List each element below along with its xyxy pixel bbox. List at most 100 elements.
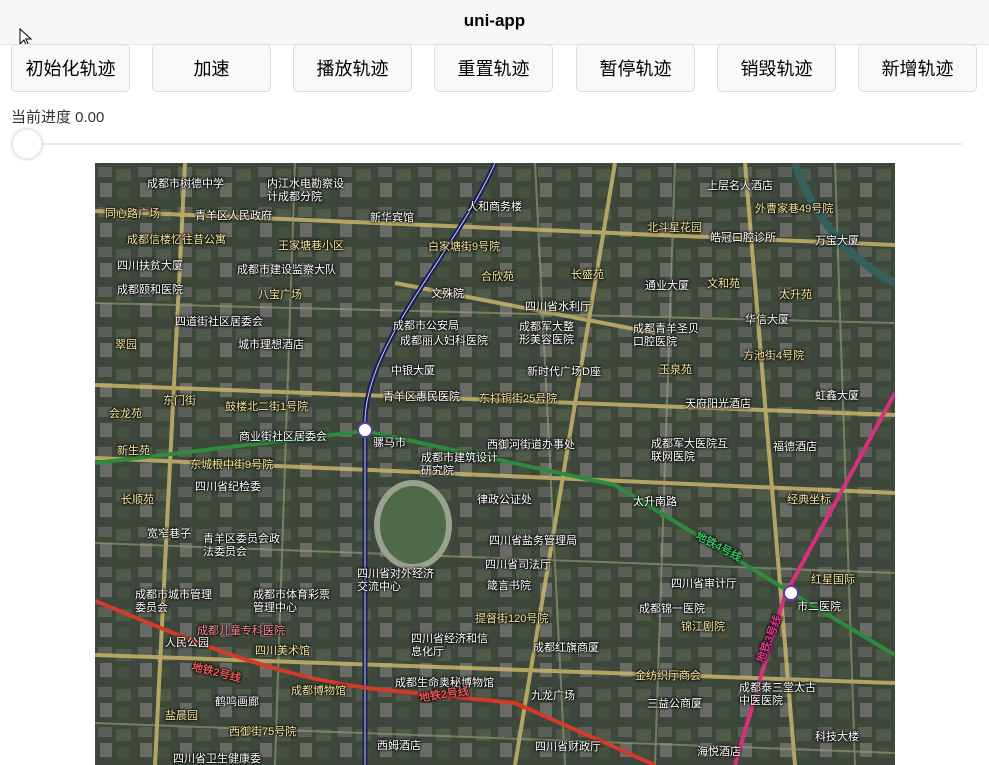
map-label: 文殊院 [431, 288, 464, 300]
map-label: 虹鑫大厦 [815, 390, 859, 402]
map-label: 成都市树德中学 [147, 178, 224, 190]
progress-slider-thumb[interactable] [12, 129, 42, 159]
map-label: 新生苑 [117, 445, 150, 457]
map-label: 三益公商厦 [647, 698, 702, 710]
map-label: 玉泉苑 [659, 364, 692, 376]
pause-track-button[interactable]: 暂停轨迹 [576, 44, 695, 92]
map-label: 成都青羊圣贝口腔医院 [633, 323, 699, 348]
map-label: 宽窄巷子 [147, 528, 191, 540]
map-label: 四川省水利厅 [525, 301, 591, 313]
map-label: 同心路广场 [105, 208, 160, 220]
map-label: 八宝广场 [258, 289, 302, 301]
speed-up-button[interactable]: 加速 [152, 44, 271, 92]
map-label: 方池街4号院 [743, 350, 805, 362]
map-label: 成都博物馆 [291, 685, 346, 697]
map-label: 西御街75号院 [229, 726, 297, 738]
map-label: 四川省审计厅 [671, 578, 737, 590]
map-label: 箴言书院 [487, 580, 531, 592]
map-label: 成都锦一医院 [639, 603, 705, 615]
map-view[interactable]: 成都市树德中学 内江水电勘察设计成都分院 人和商务楼 上层名人酒店 同心路广场 … [95, 163, 895, 765]
map-label: 律政公证处 [477, 494, 532, 506]
play-track-button[interactable]: 播放轨迹 [293, 44, 412, 92]
map-label: 青羊区惠民医院 [383, 391, 460, 403]
map-label: 西姆酒店 [377, 740, 421, 752]
map-label: 四川扶贫大厦 [117, 260, 183, 272]
map-label: 外曹家巷49号院 [755, 203, 834, 215]
map-label: 四道街社区居委会 [175, 316, 263, 328]
map-label: 成都市建设监察大队 [237, 264, 336, 276]
map-label: 鼓楼北二街1号院 [225, 401, 309, 413]
map-label: 提督街120号院 [475, 613, 549, 625]
map-label: 中银大厦 [391, 365, 435, 377]
map-label: 长顺苑 [121, 494, 154, 506]
map-label: 骡马市 [373, 437, 406, 449]
title-bar: uni-app [0, 0, 989, 45]
map-label: 福德酒店 [773, 441, 817, 453]
map-label: 四川省财政厅 [535, 741, 601, 753]
map-label: 内江水电勘察设计成都分院 [267, 178, 344, 203]
map-label: 锦江剧院 [681, 621, 725, 633]
map-label: 城市理想酒店 [238, 339, 304, 351]
map-label: 四川省司法厅 [485, 559, 551, 571]
map-label: 太升南路 [633, 496, 677, 508]
map-label: 皓冠口腔诊所 [710, 232, 776, 244]
map-label: 东门街 [163, 395, 196, 407]
map-label: 人民公园 [165, 637, 209, 649]
add-track-button[interactable]: 新增轨迹 [858, 44, 977, 92]
map-label: 成都军大整形美容医院 [519, 321, 574, 346]
map-label: 长盛苑 [571, 269, 604, 281]
map-label: 成都红旗商厦 [533, 642, 599, 654]
map-label: 翠园 [115, 339, 137, 351]
map-label: 成都市体育彩票管理中心 [253, 589, 330, 614]
map-label: 成都颐和医院 [117, 284, 183, 296]
map-label: 北斗星花园 [647, 222, 702, 234]
map-label: 新华宾馆 [370, 212, 414, 224]
map-label: 青羊区人民政府 [195, 210, 272, 222]
map-label: 白家塘街9号院 [428, 241, 501, 253]
map-label: 海悦酒店 [697, 746, 741, 758]
map-label: 四川省经济和信息化厅 [411, 633, 488, 658]
map-label: 太升苑 [779, 289, 812, 301]
map-label: 王家塘巷小区 [278, 240, 344, 252]
map-label: 成都儿童专科医院 [197, 625, 285, 637]
map-label: 万宝大厦 [815, 235, 859, 247]
progress-label: 当前进度 0.00 [11, 109, 105, 126]
map-label: 金纺织厅商会 [635, 670, 701, 682]
map-label: 四川省纪检委 [195, 481, 261, 493]
init-track-button[interactable]: 初始化轨迹 [11, 44, 130, 92]
map-label: 东城根中街9号院 [190, 459, 274, 471]
map-label: 成都市城市管理委员会 [135, 589, 212, 614]
reset-track-button[interactable]: 重置轨迹 [434, 44, 553, 92]
map-label: 西御河街道办事处 [487, 439, 575, 451]
map-label: 会龙苑 [109, 408, 142, 420]
map-label: 华信大厦 [745, 314, 789, 326]
map-label: 新时代广场D座 [527, 366, 601, 378]
map-label: 盐晨园 [165, 710, 198, 722]
map-label: 东打铜街25号院 [479, 393, 558, 405]
map-label: 市二医院 [797, 601, 841, 613]
map-label: 四川省对外经济交流中心 [357, 568, 434, 593]
map-label: 成都市公安局 [393, 320, 459, 332]
destroy-track-button[interactable]: 销毁轨迹 [717, 44, 836, 92]
map-label: 科技大楼 [815, 731, 859, 743]
map-label: 鹤鸣画廊 [215, 696, 259, 708]
map-label: 青羊区委员会政法委员会 [203, 533, 280, 558]
map-label: 四川省卫生健康委 [173, 753, 261, 765]
map-label: 成都泰三堂太古中医医院 [739, 682, 816, 707]
map-label: 成都军大医院互联网医院 [651, 438, 728, 463]
map-label: 合欣苑 [481, 271, 514, 283]
map-label: 经典坐标 [787, 494, 831, 506]
app-title: uni-app [463, 11, 526, 30]
map-label: 商业街社区居委会 [239, 431, 327, 443]
map-label: 成都丽人妇科医院 [400, 335, 488, 347]
progress-slider-track[interactable] [28, 143, 962, 145]
map-label: 通业大厦 [645, 280, 689, 292]
map-label: 上层名人酒店 [707, 180, 773, 192]
map-label: 文和苑 [707, 278, 740, 290]
map-label: 成都市建筑设计研究院 [421, 452, 498, 477]
map-label: 四川省盐务管理局 [489, 535, 577, 547]
map-label: 九龙广场 [531, 690, 575, 702]
map-label: 成都信楼忆往昔公寓 [127, 234, 226, 246]
map-label: 人和商务楼 [467, 201, 522, 213]
map-label: 红星国际 [811, 574, 855, 586]
